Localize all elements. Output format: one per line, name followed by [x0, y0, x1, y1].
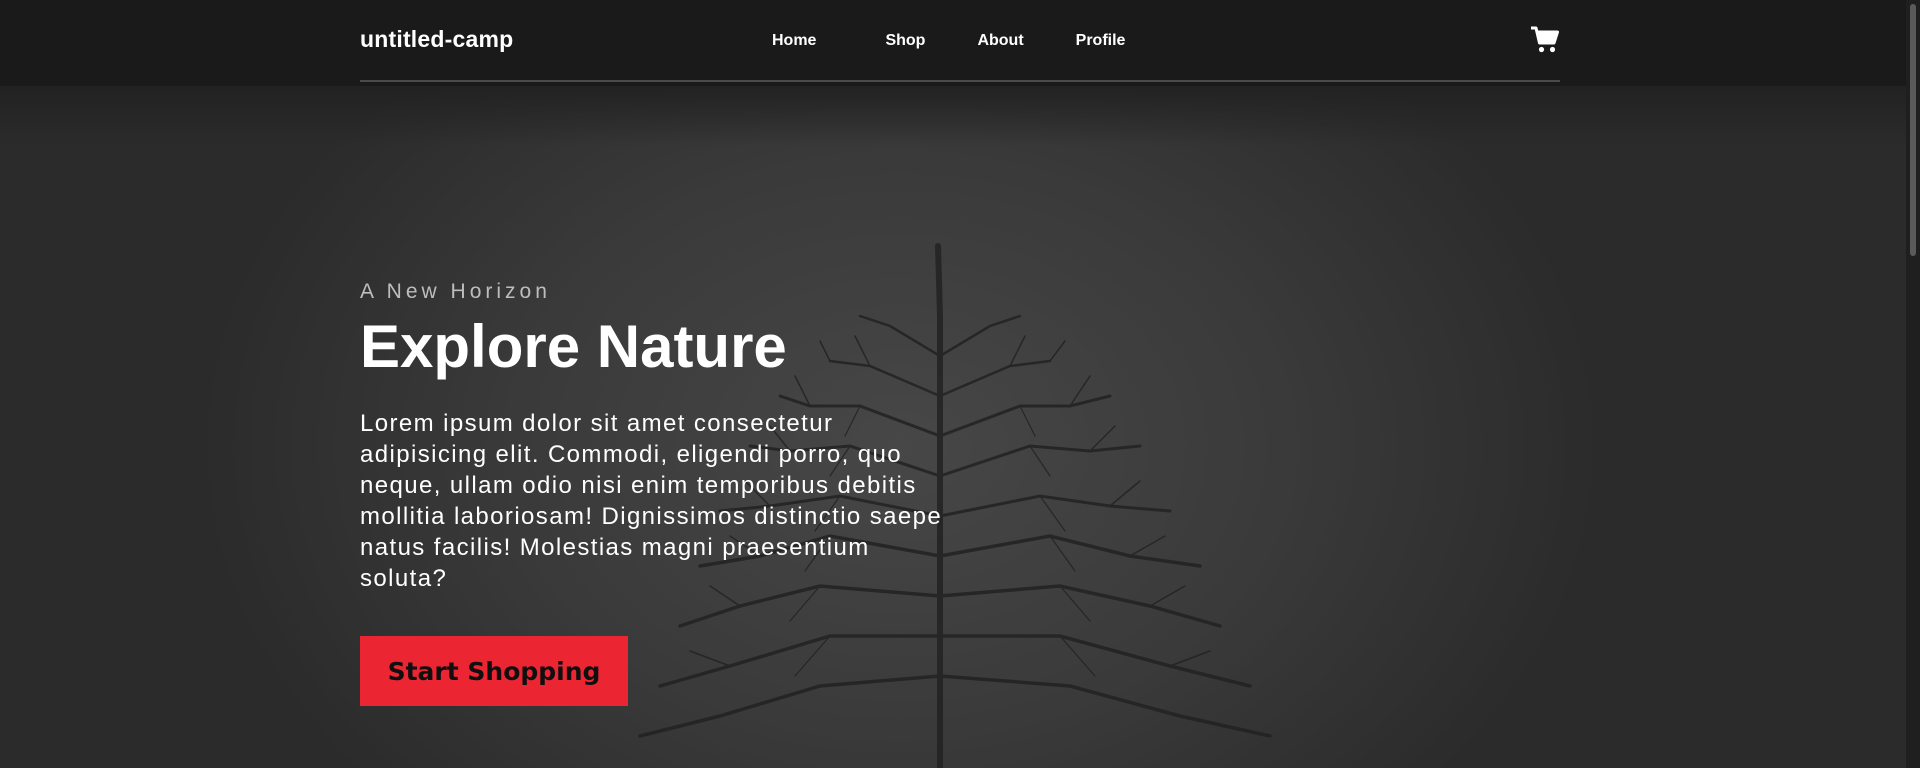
- page-scrollbar[interactable]: [1906, 0, 1920, 768]
- main-nav: Home Shop About Profile: [772, 32, 1177, 50]
- shopping-cart-icon[interactable]: [1530, 26, 1560, 54]
- hero-eyebrow: A New Horizon: [360, 280, 551, 303]
- hero-description: Lorem ipsum dolor sit amet consectetur a…: [360, 410, 943, 592]
- scrollbar-thumb[interactable]: [1910, 4, 1916, 256]
- site-header: untitled-camp Home Shop About Profile: [0, 0, 1920, 86]
- nav-home[interactable]: Home: [772, 32, 816, 50]
- hero-section: A New Horizon Explore Nature Lorem ipsum…: [0, 86, 1920, 768]
- nav-profile[interactable]: Profile: [1076, 32, 1126, 50]
- page: untitled-camp Home Shop About Profile A …: [0, 0, 1920, 768]
- hero-title: Explore Nature: [360, 313, 787, 380]
- brand-logo[interactable]: untitled-camp: [360, 26, 513, 53]
- start-shopping-button[interactable]: Start Shopping: [360, 636, 628, 706]
- nav-shop[interactable]: Shop: [885, 32, 925, 50]
- hero-shade: [0, 86, 1920, 146]
- nav-about[interactable]: About: [977, 32, 1023, 50]
- header-inner: untitled-camp Home Shop About Profile: [360, 0, 1560, 82]
